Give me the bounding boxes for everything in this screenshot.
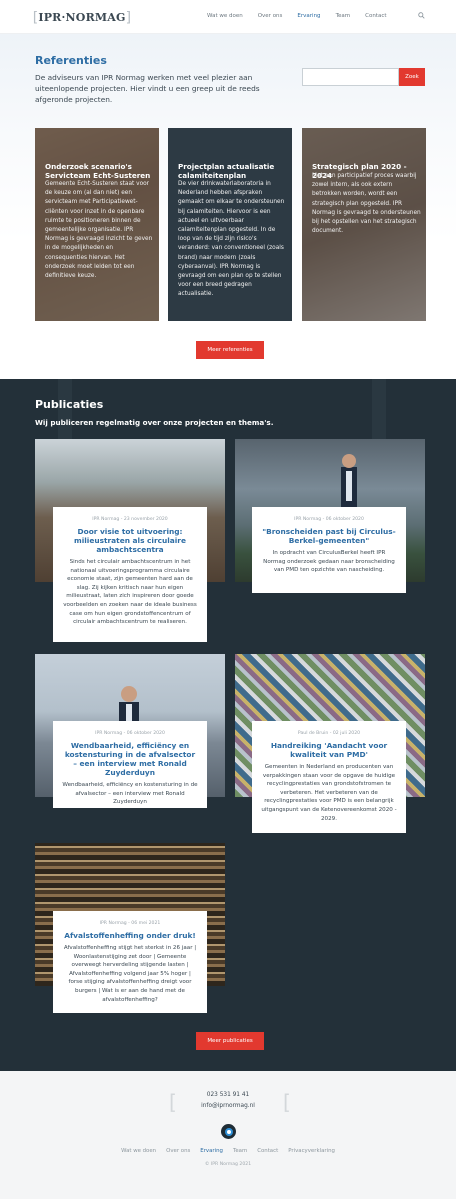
publication-title[interactable]: Handreiking 'Aandacht voor kwaliteit van… [261, 741, 397, 759]
reference-card[interactable]: Onderzoek scenario's Servicteam Echt-Sus… [35, 128, 159, 321]
reference-card-text: De vier drinkwaterlaboratoria in Nederla… [178, 181, 285, 298]
reference-card-text: Met een participatief proces waarbij zow… [312, 173, 421, 235]
publication-meta: IPR Normag - 23 november 2020 [92, 517, 168, 522]
footer-nav: Wat we doen Over ons Ervaring Team Conta… [0, 1148, 456, 1154]
footer-email[interactable]: info@iprnormag.nl [0, 1103, 456, 1109]
referenties-title: Referenties [35, 54, 107, 67]
nav-contact[interactable]: Contact [365, 13, 386, 19]
reference-card-title: Projectplan actualisatie calamiteitenpla… [178, 162, 275, 180]
search-input[interactable] [302, 68, 399, 86]
ipr-normag-logo[interactable]: [IPR·NORMAG] [33, 9, 131, 26]
footer-nav-contact[interactable]: Contact [257, 1148, 278, 1154]
publication-meta: Paul de Bruin - 02 juli 2020 [297, 731, 361, 736]
publication-excerpt: In opdracht van CirculusBerkel heeft IPR… [263, 550, 395, 574]
logo-text: IPR·NORMAG [38, 11, 126, 24]
more-references-button[interactable]: Meer referenties [196, 341, 264, 359]
footer-nav-ervaring[interactable]: Ervaring [200, 1148, 223, 1154]
copyright: © IPR Normag 2021 [204, 1162, 252, 1167]
publication-title[interactable]: Afvalstoffenheffing onder druk! [62, 931, 198, 940]
publication-excerpt: Sinds het circulair ambachtscentrum in h… [63, 559, 197, 626]
publicaties-subtitle: Wij publiceren regelmatig over onze proj… [35, 418, 274, 427]
publication-meta: IPR Normag - 06 mei 2021 [99, 921, 161, 926]
publication-meta: IPR Normag - 06 oktober 2020 [294, 517, 364, 522]
nav-ervaring[interactable]: Ervaring [297, 13, 320, 19]
search-icon[interactable] [418, 12, 425, 19]
publication-meta: IPR Normag - 06 oktober 2020 [95, 731, 165, 736]
footer-nav-privacy[interactable]: Privacyverklaring [288, 1148, 335, 1154]
referenties-intro: De adviseurs van IPR Normag werken met v… [35, 73, 260, 104]
publication-card[interactable]: IPR Normag - 06 oktober 2020 Wendbaarhei… [53, 721, 207, 808]
more-publications-button[interactable]: Meer publicaties [196, 1032, 264, 1050]
reference-card[interactable]: Projectplan actualisatie calamiteitenpla… [168, 128, 292, 321]
publication-excerpt: Wendbaarheid, efficiëncy en kostensturin… [62, 782, 198, 806]
reference-card-text: Gemeente Echt-Susteren staat voor de keu… [45, 181, 153, 280]
reference-card-title: Onderzoek scenario's Servicteam Echt-Sus… [45, 162, 151, 180]
publication-title[interactable]: "Bronscheiden past bij Circulus-Berkel-g… [261, 527, 397, 545]
nav-over-ons[interactable]: Over ons [258, 13, 283, 19]
publication-card[interactable]: IPR Normag - 06 oktober 2020 "Bronscheid… [252, 507, 406, 593]
publicaties-title: Publicaties [35, 398, 104, 411]
nav-team[interactable]: Team [336, 13, 351, 19]
publication-card[interactable]: IPR Normag - 23 november 2020 Door visie… [53, 507, 207, 642]
footer-logo-icon [221, 1124, 236, 1139]
publication-excerpt: Gemeenten in Nederland en producenten va… [261, 764, 397, 822]
publication-card[interactable]: IPR Normag - 06 mei 2021 Afvalstoffenhef… [53, 911, 207, 1013]
footer-nav-wat-we-doen[interactable]: Wat we doen [121, 1148, 156, 1154]
footer-nav-over-ons[interactable]: Over ons [166, 1148, 190, 1154]
nav-wat-we-doen[interactable]: Wat we doen [207, 13, 243, 19]
reference-card[interactable]: Strategisch plan 2020 - 2024 Met een par… [302, 128, 426, 321]
footer-nav-team[interactable]: Team [233, 1148, 247, 1154]
publication-title[interactable]: Door visie tot uitvoering: milieustraten… [62, 527, 198, 554]
publication-card[interactable]: Paul de Bruin - 02 juli 2020 Handreiking… [252, 721, 406, 833]
main-nav: Wat we doen Over ons Ervaring Team Conta… [207, 13, 402, 19]
search-button[interactable]: Zoek [399, 68, 425, 86]
publication-excerpt: Afvalstoffenheffing stijgt het sterkst i… [63, 945, 197, 1003]
publication-title[interactable]: Wendbaarheid, efficiëncy en kostensturin… [62, 741, 198, 777]
footer-phone[interactable]: 023 531 91 41 [0, 1092, 456, 1098]
